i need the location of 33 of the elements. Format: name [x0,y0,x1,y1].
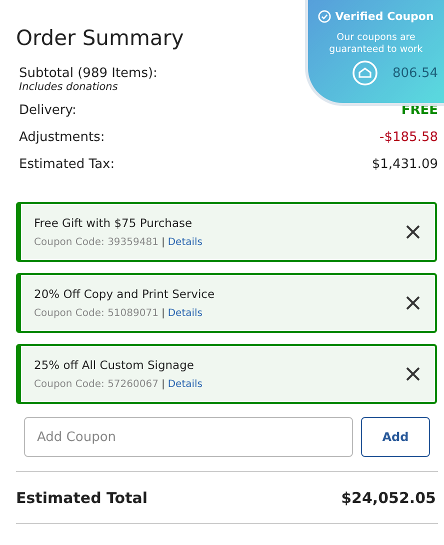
close-icon[interactable] [405,295,421,311]
coupon-name: Free Gift with $75 Purchase [34,216,194,230]
close-icon[interactable] [405,224,421,240]
summary-label: Delivery: [19,103,76,118]
details-link[interactable]: Details [168,379,203,390]
summary-value: FREE [401,103,438,118]
badge-text: Our coupons are guaranteed to work [328,32,424,56]
coupon-code: Coupon Code: 51089071 [34,308,158,319]
summary-value: $1,431.09 [372,157,438,172]
summary-value: 806.54 [392,66,438,81]
details-link[interactable]: Details [168,308,203,319]
separator: | [161,237,165,248]
check-circle-icon [318,10,332,23]
summary-label: Estimated Tax: [19,157,115,172]
coupon-code: Coupon Code: 39359481 [34,237,158,248]
separator: | [161,308,165,319]
separator: | [161,379,165,390]
total-label: Estimated Total [16,488,148,506]
order-summary-title: Order Summary [16,25,184,52]
house-circle-icon [352,60,378,86]
close-icon[interactable] [405,366,421,382]
summary-value: -$185.58 [380,130,438,145]
coupon-code: Coupon Code: 57260067 [34,379,158,390]
total-value: $24,052.05 [341,488,436,506]
coupon-name: 25% off All Custom Signage [34,358,195,372]
summary-label: Adjustments: [19,130,105,145]
coupon-input-field[interactable]: Add Coupon [24,417,353,457]
details-link[interactable]: Details [168,237,203,248]
summary-label: Subtotal (989 Items): [19,66,158,81]
add-button[interactable]: Add [361,417,430,457]
coupon-name: 20% Off Copy and Print Service [34,287,215,301]
summary-note: Includes donations [19,81,119,95]
badge-title: Verified Coupon [335,10,434,23]
